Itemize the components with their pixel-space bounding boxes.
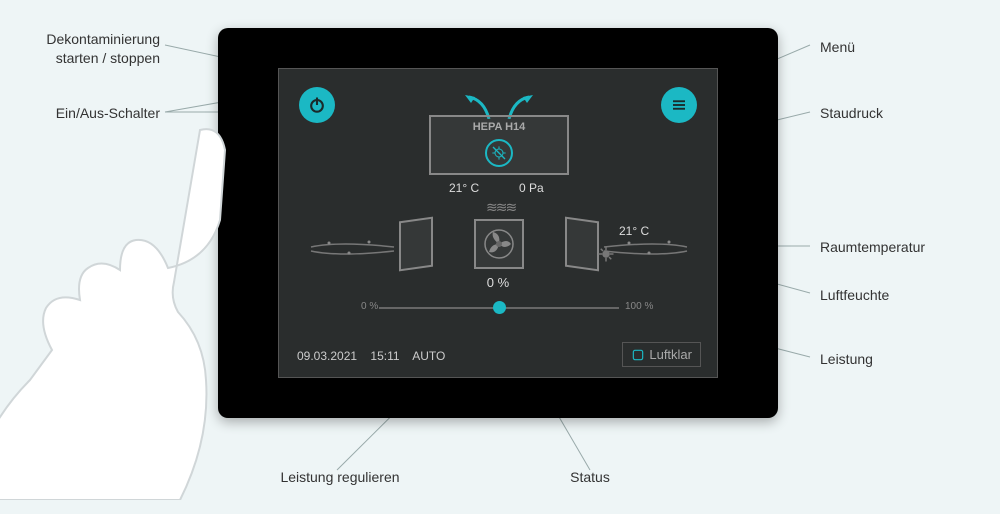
callout-menu: Menü — [820, 38, 855, 57]
callout-leistung-reg: Leistung regulieren — [260, 468, 420, 487]
room-temp-value: 21° C — [619, 224, 649, 238]
power-button[interactable] — [299, 87, 335, 123]
fan-graphic — [474, 219, 524, 269]
status-time: 15:11 — [370, 349, 399, 363]
callout-staudruck: Staudruck — [820, 104, 883, 123]
power-icon — [307, 95, 327, 115]
callout-power: Ein/Aus-Schalter — [30, 104, 160, 123]
status-date: 09.03.2021 — [297, 349, 357, 363]
pressure-value: 0 Pa — [519, 181, 544, 195]
power-slider-thumb[interactable] — [493, 301, 506, 314]
callout-raumtemp: Raumtemperatur — [820, 238, 925, 257]
hand-pointer-graphic — [0, 120, 240, 500]
callout-status: Status — [550, 468, 630, 487]
virus-particle-icon — [597, 245, 615, 263]
fan-icon — [483, 228, 515, 260]
callout-luftfeuchte: Luftfeuchte — [820, 286, 889, 305]
brand-text: Luftklar — [649, 347, 692, 362]
callout-decontam: Dekontaminierung starten / stoppen — [30, 30, 160, 68]
status-bar: 09.03.2021 15:11 AUTO — [297, 349, 455, 363]
airflow-left-icon — [309, 239, 399, 255]
hepa-label: HEPA H14 — [431, 121, 567, 133]
slider-max-label: 100 % — [625, 301, 653, 312]
hepa-filter-graphic: HEPA H14 — [429, 115, 569, 175]
hamburger-icon — [670, 96, 688, 114]
prefilter-right-graphic — [565, 217, 599, 272]
decontamination-button[interactable] — [485, 139, 513, 167]
slider-min-label: 0 % — [361, 301, 378, 312]
menu-button[interactable] — [661, 87, 697, 123]
brand-badge: Luftklar — [622, 342, 701, 367]
status-mode: AUTO — [412, 349, 445, 363]
prefilter-left-graphic — [399, 217, 433, 272]
device-frame: HEPA H14 21° C 0 Pa ≋≋≋ — [218, 28, 778, 418]
brand-logo-icon — [631, 348, 645, 362]
power-percent-value: 0 % — [279, 275, 717, 290]
virus-slash-icon — [491, 145, 507, 161]
exhaust-temp-value: 21° C — [449, 181, 479, 195]
heater-icon: ≋≋≋ — [486, 199, 515, 216]
touchscreen: HEPA H14 21° C 0 Pa ≋≋≋ — [278, 68, 718, 378]
callout-leistung: Leistung — [820, 350, 873, 369]
